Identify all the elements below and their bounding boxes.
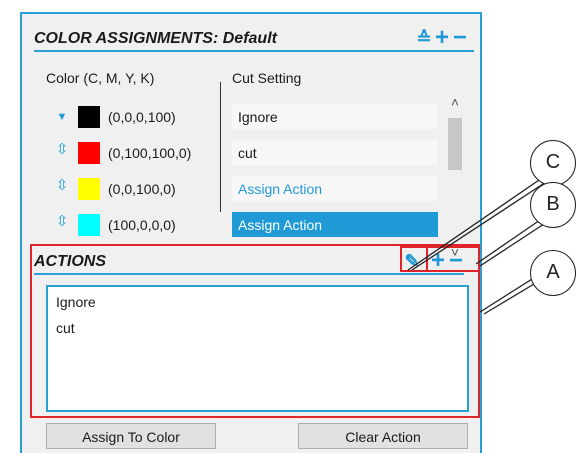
callout-leaders bbox=[407, 177, 547, 315]
callout-b: B bbox=[530, 182, 576, 228]
callout-a: A bbox=[530, 250, 576, 296]
callout-c: C bbox=[530, 140, 576, 186]
